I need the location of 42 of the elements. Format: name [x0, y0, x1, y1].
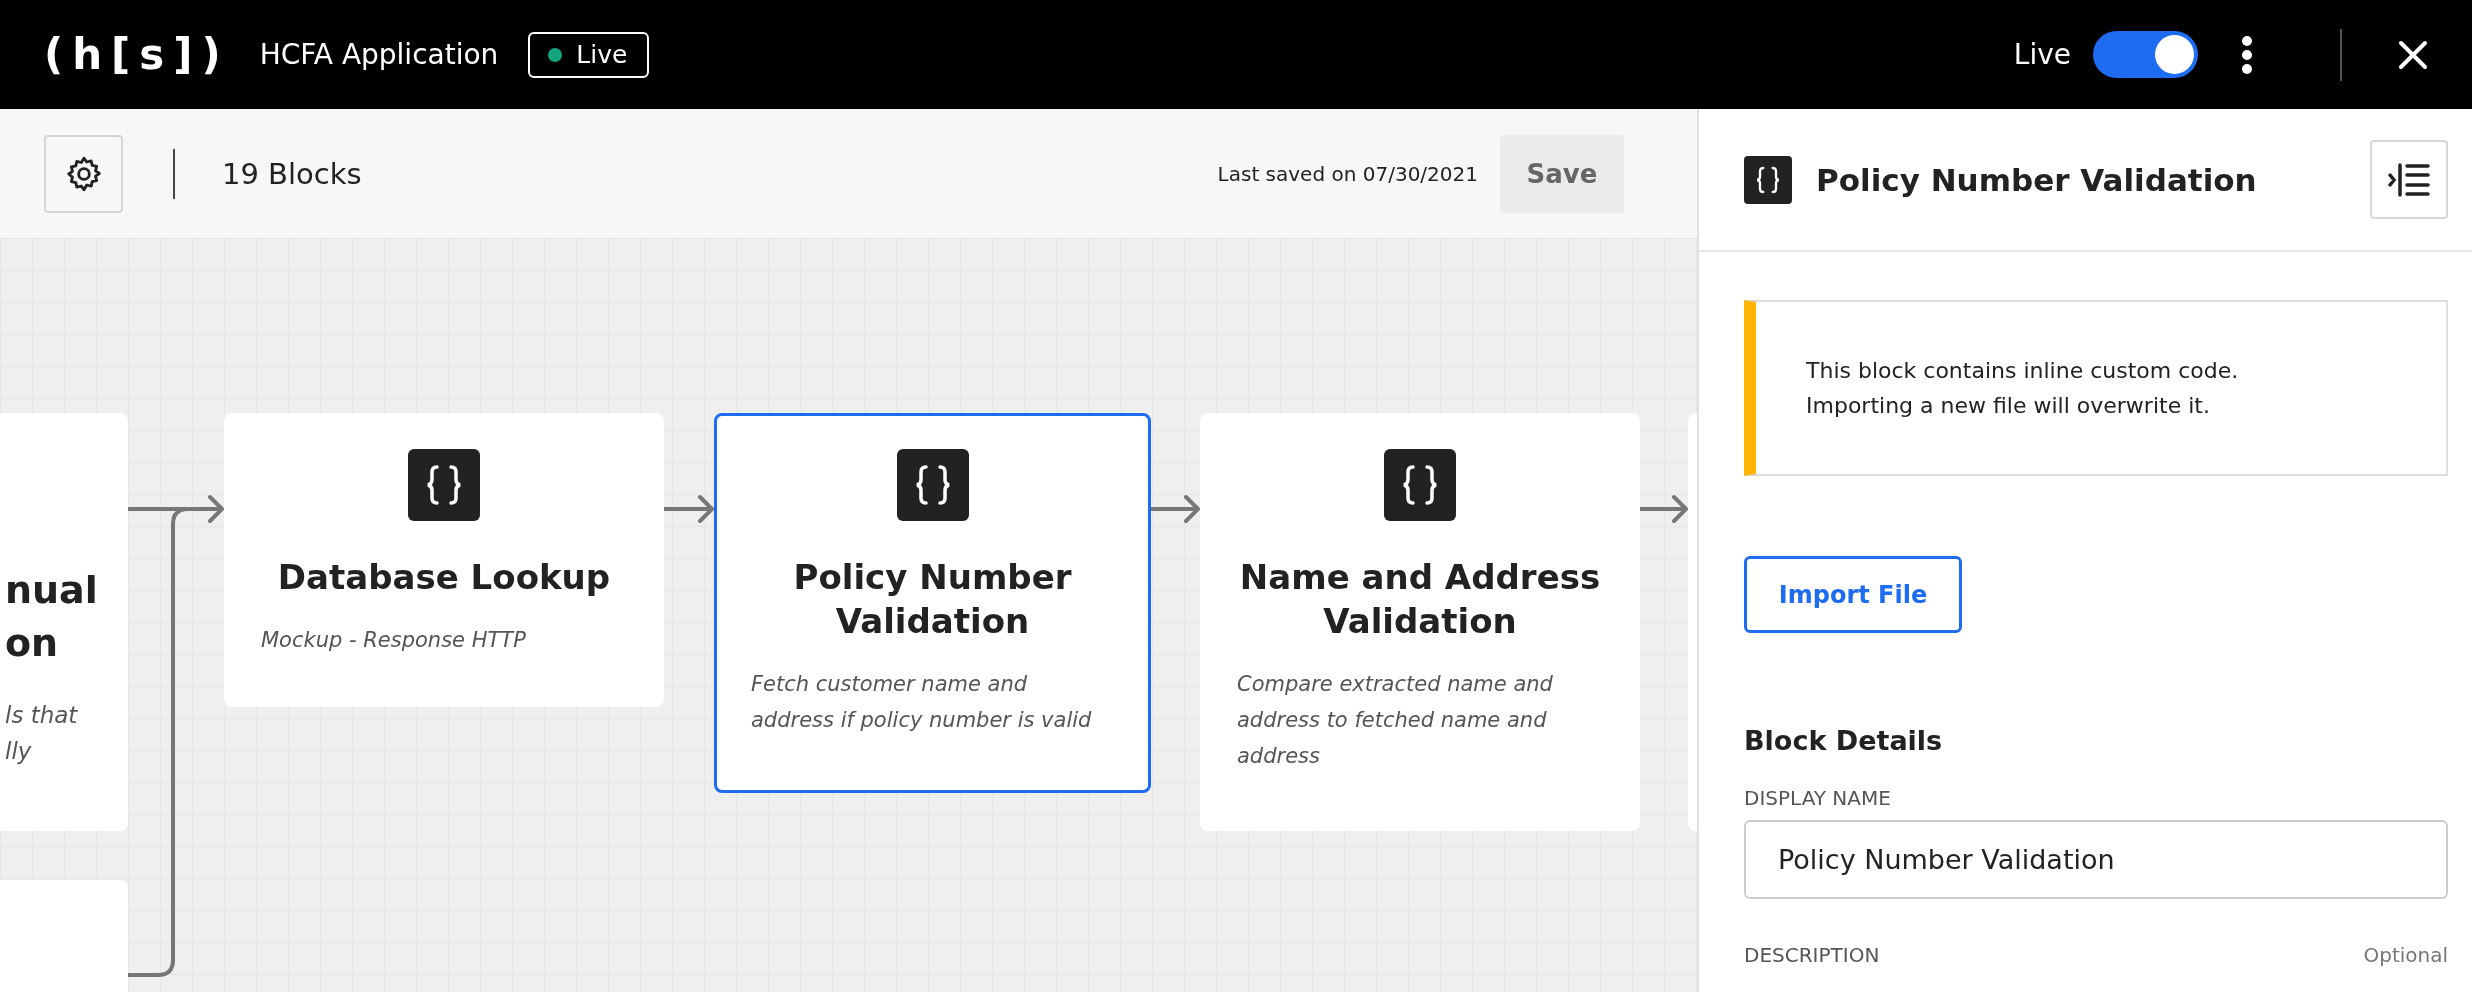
block-title: Database Lookup — [277, 556, 611, 599]
code-braces-icon — [1744, 155, 1792, 204]
field-label: DESCRIPTION — [1744, 943, 1881, 967]
display-name-field[interactable]: Policy Number Validation — [1744, 820, 2448, 899]
collapse-panel-button[interactable] — [2370, 140, 2448, 219]
last-saved-text: Last saved on 07/30/2021 — [1217, 161, 1478, 186]
import-file-button[interactable]: Import File — [1744, 556, 1962, 633]
live-toggle[interactable] — [2093, 31, 2198, 78]
settings-button[interactable] — [44, 134, 123, 213]
block-description: Mockup - Response HTTP — [261, 627, 527, 655]
logo: (h[s]) — [44, 30, 230, 79]
save-button[interactable]: Save — [1500, 134, 1624, 213]
optional-hint: Optional — [2363, 943, 2448, 967]
panel-title: Policy Number Validation — [1816, 161, 2258, 198]
code-braces-icon — [1384, 449, 1456, 521]
collapse-icon — [2388, 162, 2430, 197]
status-badge: Live — [528, 31, 650, 78]
connector-arrow — [1638, 495, 1688, 523]
block-card[interactable]: Policy Number Validation Fetch customer name and address if policy number is valid — [714, 413, 1151, 793]
block-description: Compare extracted name and address to fetched name and address — [1237, 671, 1554, 770]
connector-arrow — [662, 495, 714, 523]
code-braces-icon — [408, 449, 480, 521]
block-description: ls that — [5, 701, 79, 731]
block-title: on — [5, 620, 60, 668]
block-card[interactable]: Name and Address Validation Compare extracted name and address to fetched name and address — [1200, 413, 1640, 831]
connector-arrow — [1149, 495, 1200, 523]
block-card[interactable]: Database Lookup Mockup - Response HTTP — [224, 413, 664, 707]
block-title: Name and Address Validation — [1238, 556, 1602, 644]
field-label: DISPLAY NAME — [1744, 786, 1892, 810]
toggle-label: Live — [2013, 38, 2071, 71]
more-icon[interactable] — [2240, 34, 2254, 75]
section-title: Block Details — [1744, 725, 1944, 756]
block-description: lly — [5, 737, 33, 766]
app-title: HCFA Application — [259, 38, 499, 71]
block-description: Fetch customer name and address if policy number is valid — [751, 671, 1093, 735]
warning-notice: This block contains inline custom code. Importing a new file will overwrite it. — [1744, 300, 2448, 476]
block-count: 19 Blocks — [222, 156, 362, 191]
block-title: nual — [5, 567, 99, 614]
code-braces-icon — [896, 449, 969, 521]
block-title: Policy Number Validation — [792, 556, 1073, 644]
close-icon[interactable] — [2398, 39, 2428, 70]
block-card[interactable]: nual on ls that lly — [0, 413, 128, 831]
